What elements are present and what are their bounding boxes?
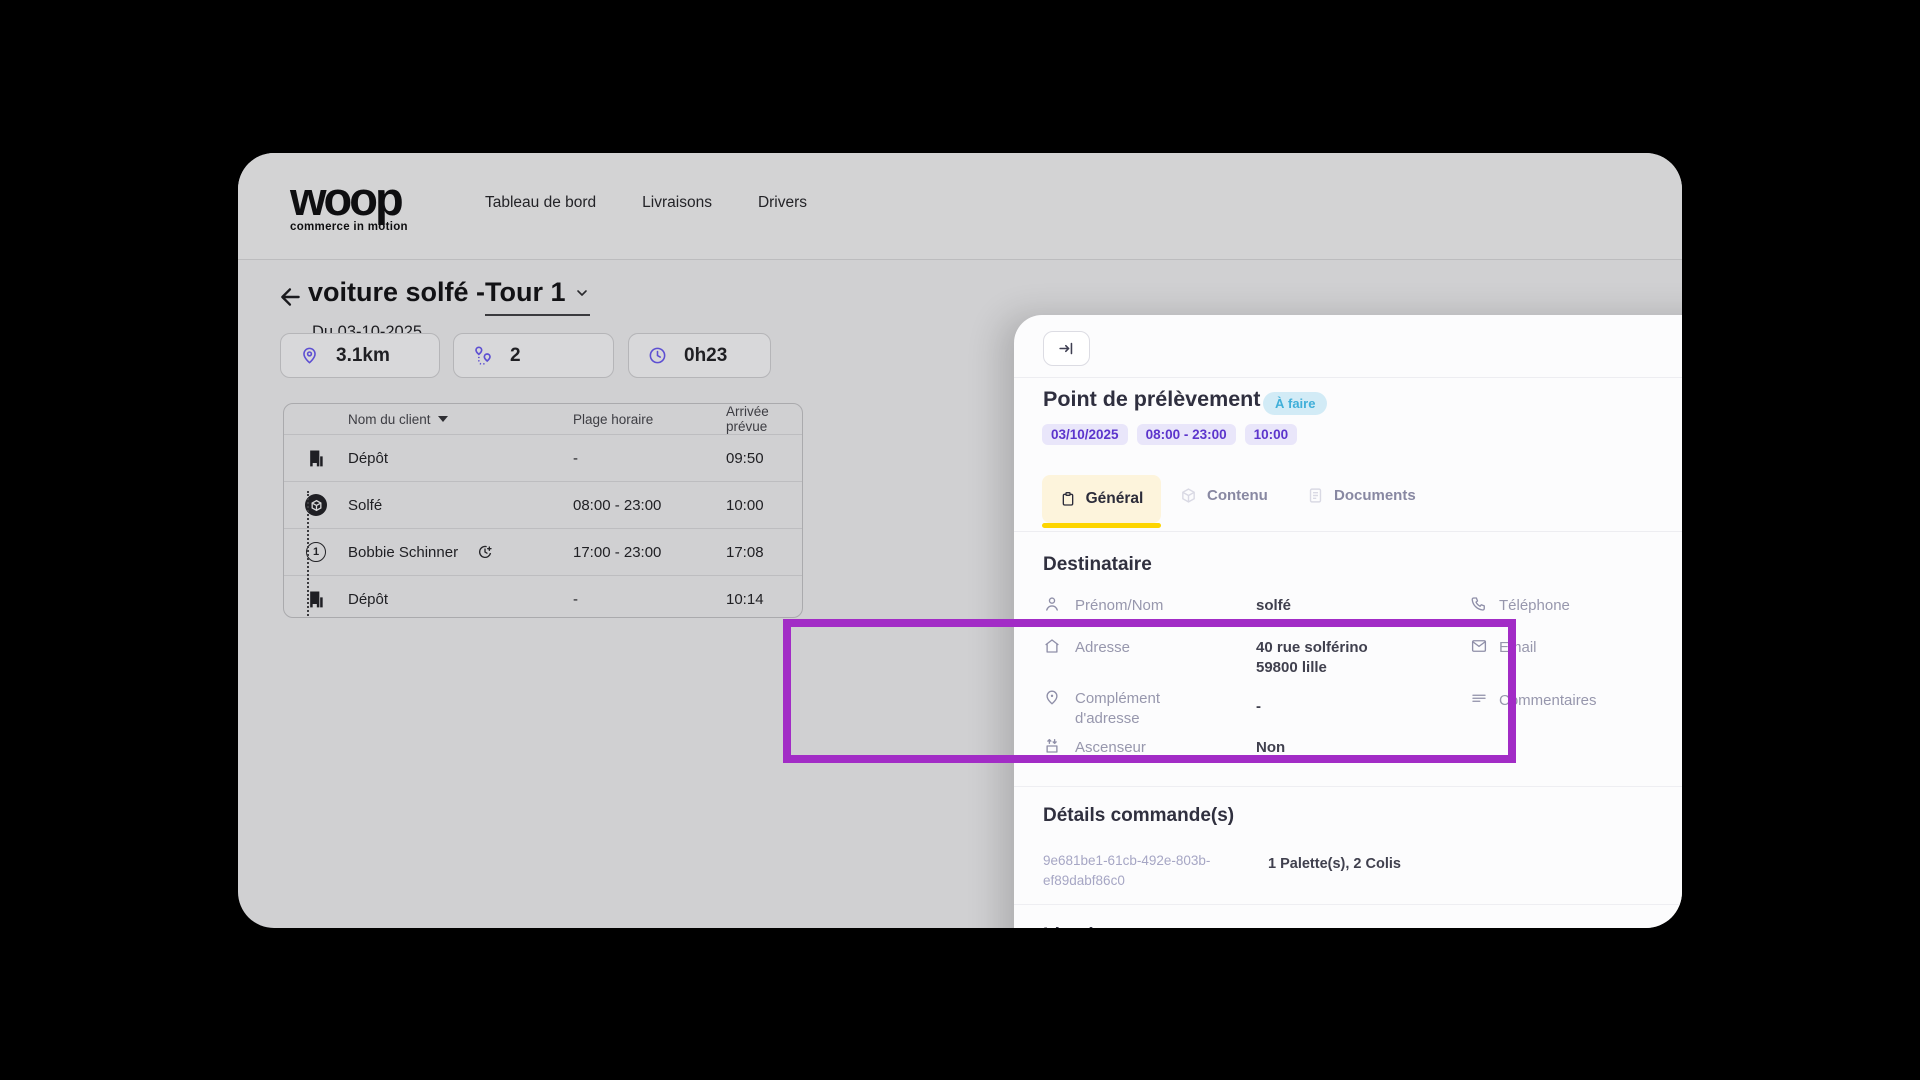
section-divider [1014, 786, 1682, 787]
stat-duration-value: 0h23 [684, 345, 727, 367]
tour-name-dropdown[interactable]: Tour 1 [485, 277, 590, 316]
route-timeline-connector [307, 491, 309, 618]
cube-icon [1180, 487, 1197, 504]
destinataire-heading: Destinataire [1043, 554, 1152, 576]
field-prenom-nom: Prénom/Nom solfé [1043, 596, 1291, 616]
app-window: woop commerce in motion Tableau de bord … [238, 153, 1682, 928]
drawer-title: Point de prélèvement [1043, 387, 1260, 412]
schedule-chips: 03/10/2025 08:00 - 23:00 10:00 [1042, 424, 1297, 445]
document-icon [1307, 487, 1324, 504]
phone-icon [1470, 595, 1490, 613]
time-window-chip: 08:00 - 23:00 [1137, 424, 1236, 445]
logo-tagline: commerce in motion [290, 221, 408, 233]
col-plage-horaire[interactable]: Plage horaire [573, 412, 726, 427]
tab-documents[interactable]: Documents [1307, 487, 1416, 504]
page-title: voiture solfé -Tour 1 [308, 277, 590, 308]
order-id[interactable]: 9e681be1-61cb-492e-803b-ef89dabf86c0 [1043, 851, 1263, 890]
clock-plus-icon [477, 544, 493, 560]
stat-stops[interactable]: 2 [453, 333, 614, 378]
back-arrow-icon[interactable] [278, 284, 304, 310]
sort-caret-icon [438, 415, 448, 423]
screen: woop commerce in motion Tableau de bord … [0, 0, 1920, 1080]
chevron-down-icon [574, 285, 590, 301]
eta-chip: 10:00 [1245, 424, 1298, 445]
nav-tableau-de-bord[interactable]: Tableau de bord [485, 194, 596, 212]
logo-wordmark: woop [290, 175, 408, 222]
stat-distance[interactable]: 3.1km [280, 333, 440, 378]
main-nav: Tableau de bord Livraisons Drivers [485, 194, 807, 212]
clock-icon [648, 346, 667, 365]
stat-stops-value: 2 [510, 345, 521, 367]
nav-drivers[interactable]: Drivers [758, 194, 807, 212]
nav-livraisons[interactable]: Livraisons [642, 194, 712, 212]
tab-contenu[interactable]: Contenu [1180, 487, 1268, 504]
clipboard-icon [1060, 491, 1076, 507]
tab-general[interactable]: Général [1042, 475, 1161, 523]
livraison-heading: Livraison [1043, 925, 1127, 928]
location-pin-icon [300, 346, 319, 365]
stops-table: Nom du client Plage horaire Arrivée prév… [283, 403, 803, 618]
details-commandes-heading: Détails commande(s) [1043, 805, 1234, 827]
stop-number-icon: 1 [306, 542, 326, 562]
top-bar: woop commerce in motion Tableau de bord … [238, 153, 1682, 260]
field-telephone: Téléphone +33600000000 [1470, 596, 1682, 616]
table-row-solfe[interactable]: Solfé 08:00 - 23:00 10:00 [284, 482, 802, 529]
col-arrivee-prevue[interactable]: Arrivée prévue [726, 404, 802, 434]
route-stops-icon [473, 346, 493, 366]
date-chip: 03/10/2025 [1042, 424, 1128, 445]
details-commandes-highlight-annotation [783, 619, 1516, 763]
tabs-divider [1014, 531, 1682, 532]
woop-logo[interactable]: woop commerce in motion [290, 175, 408, 233]
depot-building-icon [284, 448, 348, 468]
col-nom-du-client[interactable]: Nom du client [348, 412, 431, 427]
stat-duration[interactable]: 0h23 [628, 333, 771, 378]
stops-table-header: Nom du client Plage horaire Arrivée prév… [284, 404, 802, 435]
active-tab-underline [1042, 523, 1161, 528]
person-icon [1043, 595, 1063, 613]
collapse-drawer-icon[interactable] [1043, 331, 1090, 366]
table-row-depot-end[interactable]: Dépôt - 10:14 [284, 576, 802, 618]
section-divider [1014, 904, 1682, 905]
table-row-depot-start[interactable]: Dépôt - 09:50 [284, 435, 802, 482]
tour-title-prefix: voiture solfé - [308, 277, 485, 308]
stat-distance-value: 3.1km [336, 345, 390, 367]
order-summary: 1 Palette(s), 2 Colis [1268, 856, 1401, 872]
depot-building-icon [284, 589, 348, 609]
status-badge: À faire [1263, 392, 1327, 415]
table-row-bobbie-schinner[interactable]: 1 Bobbie Schinner 17:00 - 23:00 17:08 [284, 529, 802, 576]
drawer-header-divider [1014, 377, 1682, 378]
